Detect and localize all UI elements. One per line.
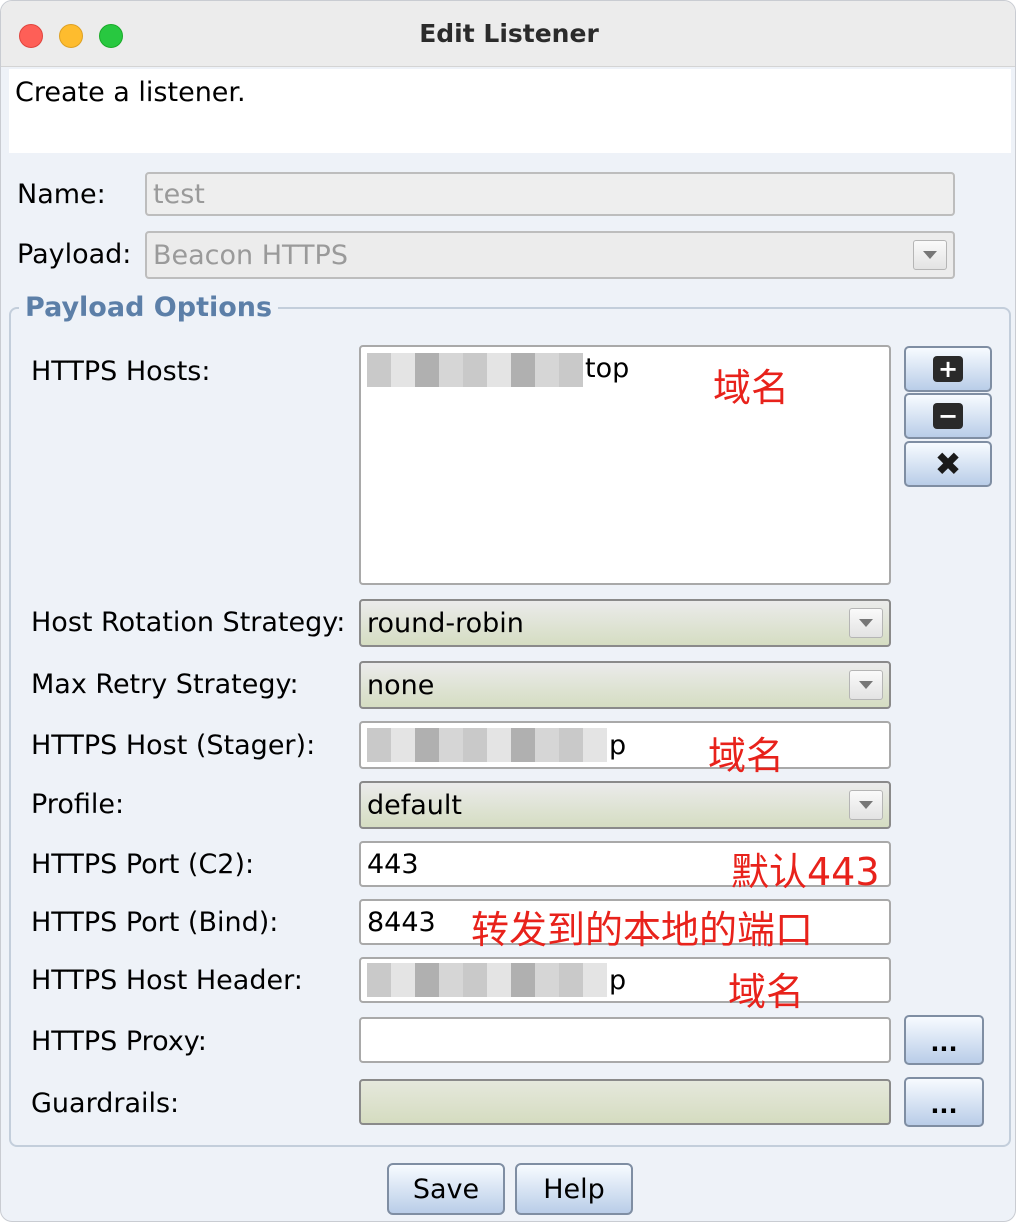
payload-options-title: Payload Options (19, 292, 279, 323)
annotation-port-bind: 转发到的本地的端口 (471, 908, 814, 952)
payload-select[interactable]: Beacon HTTPS (145, 231, 955, 279)
host-stager-field[interactable]: p (359, 721, 891, 769)
chevron-down-icon (913, 240, 947, 270)
host-stager-label: HTTPS Host (Stager): (31, 730, 316, 761)
host-stager-value: p (609, 729, 627, 761)
description-text: Create a listener. (9, 69, 1011, 153)
max-retry-select[interactable]: none (359, 661, 891, 709)
close-icon: ✖ (934, 445, 962, 483)
https-hosts-label: HTTPS Hosts: (31, 356, 211, 387)
host-rotation-label: Host Rotation Strategy: (31, 607, 346, 638)
redacted-host (367, 353, 583, 387)
host-rotation-select[interactable]: round-robin (359, 599, 891, 647)
add-host-button[interactable]: + (904, 346, 992, 392)
help-button[interactable]: Help (515, 1163, 633, 1215)
port-c2-label: HTTPS Port (C2): (31, 849, 255, 880)
payload-label: Payload: (17, 239, 132, 270)
chevron-down-icon (849, 790, 883, 820)
title-bar: Edit Listener (1, 1, 1015, 67)
guardrails-field[interactable] (359, 1079, 891, 1125)
profile-select[interactable]: default (359, 781, 891, 829)
remove-host-button[interactable]: − (904, 393, 992, 439)
host-header-label: HTTPS Host Header: (31, 965, 303, 996)
profile-value: default (367, 789, 463, 821)
proxy-field[interactable] (359, 1017, 891, 1063)
guardrails-label: Guardrails: (31, 1088, 180, 1119)
minus-icon: − (933, 403, 963, 429)
host-header-field[interactable]: p (359, 957, 891, 1003)
port-bind-label: HTTPS Port (Bind): (31, 907, 279, 938)
save-button[interactable]: Save (387, 1163, 505, 1215)
guardrails-browse-button[interactable]: ... (904, 1077, 984, 1127)
annotation-hosts: 域名 (713, 366, 790, 410)
max-retry-value: none (367, 669, 435, 701)
name-label: Name: (17, 179, 106, 210)
plus-icon: + (933, 356, 963, 382)
chevron-down-icon (849, 608, 883, 638)
https-hosts-entry[interactable]: top (585, 353, 629, 384)
host-header-value: p (609, 964, 627, 996)
annotation-host-header: 域名 (728, 970, 805, 1014)
window-title: Edit Listener (419, 19, 599, 48)
clear-hosts-button[interactable]: ✖ (904, 441, 992, 487)
https-hosts-list[interactable]: top (359, 345, 891, 585)
max-retry-label: Max Retry Strategy: (31, 669, 299, 700)
proxy-label: HTTPS Proxy: (31, 1026, 207, 1057)
redacted-host (367, 728, 607, 762)
payload-value: Beacon HTTPS (153, 239, 348, 271)
edit-listener-window: Edit Listener Create a listener. Name: t… (0, 0, 1016, 1222)
annotation-port-c2: 默认443 (731, 850, 880, 894)
profile-label: Profile: (31, 789, 125, 820)
host-rotation-value: round-robin (367, 607, 524, 639)
name-field[interactable]: test (145, 172, 955, 216)
redacted-host (367, 963, 607, 997)
proxy-browse-button[interactable]: ... (904, 1015, 984, 1065)
annotation-stager: 域名 (708, 734, 785, 778)
chevron-down-icon (849, 670, 883, 700)
